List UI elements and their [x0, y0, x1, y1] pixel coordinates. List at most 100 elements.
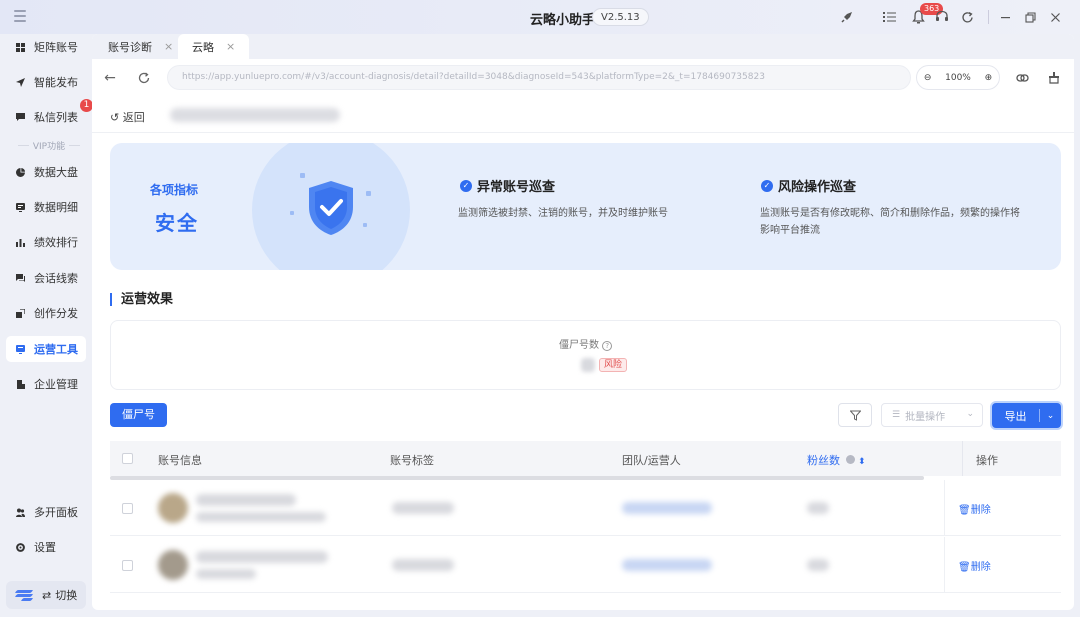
rocket-icon[interactable]: [838, 8, 856, 26]
tab-close-icon[interactable]: ×: [164, 40, 173, 53]
delete-button[interactable]: 🗑删除: [958, 501, 991, 516]
close-icon[interactable]: [1046, 8, 1064, 26]
help-icon[interactable]: ?: [602, 341, 613, 351]
sidebar-item-data-detail[interactable]: 数据明细: [6, 194, 86, 220]
sidebar: 矩阵账号 智能发布 私信列表 1 VIP功能 数据大盘 数据明细 绩效排行 会话…: [0, 34, 93, 617]
chevron-down-icon[interactable]: ⌄: [1040, 411, 1061, 421]
sidebar-item-performance-ranking[interactable]: 绩效排行: [6, 229, 86, 255]
blurred-fans: [807, 559, 829, 571]
menu-icon[interactable]: [14, 10, 26, 22]
gear-icon: [16, 542, 25, 552]
tab-close-icon[interactable]: ×: [226, 40, 235, 53]
column-header: 操作: [976, 454, 998, 467]
column-header: 账号标签: [390, 454, 434, 467]
avatar: [158, 493, 188, 523]
switch-button[interactable]: ⇄ 切换: [6, 581, 86, 609]
blurred-account-name: [196, 551, 328, 563]
app-title: 云略小助手: [530, 13, 596, 28]
zoom-out-icon[interactable]: ⊖: [924, 73, 932, 83]
section-title: 运营效果: [110, 293, 173, 306]
refresh-icon[interactable]: [958, 8, 976, 26]
sidebar-item-operation-tools[interactable]: 运营工具: [6, 336, 86, 362]
back-arrow-icon[interactable]: ←: [102, 70, 118, 86]
export-button[interactable]: 导出 ⌄: [992, 403, 1061, 428]
sidebar-item-label: 创作分发: [34, 307, 78, 320]
pie-chart-icon: [16, 167, 25, 177]
zombie-filter-button[interactable]: 僵尸号: [110, 403, 167, 427]
row-checkbox[interactable]: [122, 503, 133, 514]
cleaner-icon[interactable]: [1046, 70, 1062, 86]
restore-icon[interactable]: [1021, 8, 1039, 26]
detail-icon: [16, 202, 25, 212]
address-bar-row: ← https://app.yunluepro.com/#/v3/account…: [92, 59, 1074, 97]
blurred-account-id: [196, 569, 256, 579]
blurred-page-title: [170, 108, 340, 122]
tool-icon: [16, 344, 25, 354]
sidebar-item-creation-distribution[interactable]: 创作分发: [6, 300, 86, 326]
return-icon: ↺: [110, 111, 120, 124]
decor-dot: [290, 211, 294, 215]
sidebar-item-label: 私信列表: [34, 111, 78, 124]
url-input[interactable]: https://app.yunluepro.com/#/v3/account-d…: [167, 65, 911, 90]
filter-icon: [849, 410, 861, 421]
zoom-in-icon[interactable]: ⊕: [985, 73, 993, 83]
sidebar-item-multi-panel[interactable]: 多开面板: [6, 499, 86, 525]
column-divider: [962, 441, 963, 476]
sort-icon[interactable]: ⬍: [858, 457, 866, 467]
avatar: [158, 550, 188, 580]
risk-operation-check-desc: 监测账号是否有修改昵称、简介和删除作品，频繁的操作将 影响平台推流: [760, 208, 1020, 236]
sidebar-item-conversation-leads[interactable]: 会话线索: [6, 265, 86, 291]
batch-operation-select[interactable]: ☰ 批量操作 ⌄: [881, 403, 983, 427]
risk-tag: 风险: [599, 358, 628, 372]
grid-icon: [16, 42, 25, 52]
table-row: 🗑删除: [110, 537, 1061, 593]
sidebar-item-data-dashboard[interactable]: 数据大盘: [6, 159, 86, 185]
sidebar-item-label: 绩效排行: [34, 236, 78, 249]
row-checkbox[interactable]: [122, 560, 133, 571]
sidebar-item-label: 多开面板: [34, 506, 78, 519]
trash-icon: 🗑: [958, 562, 971, 573]
sidebar-item-matrix-accounts[interactable]: 矩阵账号: [6, 34, 86, 60]
column-divider: [944, 480, 945, 536]
sidebar-item-messages[interactable]: 私信列表 1: [6, 99, 93, 130]
blurred-tag: [392, 502, 454, 514]
sidebar-item-label: 数据大盘: [34, 166, 78, 179]
sidebar-item-smart-publish[interactable]: 智能发布: [6, 69, 86, 95]
blurred-account-id: [196, 512, 326, 522]
zoom-level: 100%: [945, 72, 971, 83]
bar-chart-icon: [16, 238, 25, 247]
chat-icon: [16, 273, 25, 283]
column-header: 团队/运营人: [622, 454, 681, 467]
select-all-checkbox[interactable]: [122, 453, 133, 464]
delete-button[interactable]: 🗑删除: [958, 558, 991, 573]
table-header: 账号信息 账号标签 团队/运营人 粉丝数 ⬍ 操作: [110, 441, 1061, 476]
swap-icon: ⇄: [42, 588, 52, 602]
minimize-icon[interactable]: [996, 8, 1014, 26]
building-icon: [16, 379, 25, 389]
tab-yunlue[interactable]: 云略 ×: [178, 34, 250, 59]
back-link[interactable]: ↺ 返回: [110, 109, 145, 125]
tab-account-diagnosis[interactable]: 账号诊断 ×: [94, 34, 187, 59]
zoom-control: ⊖ 100% ⊕: [916, 65, 1000, 90]
filter-button[interactable]: [838, 403, 872, 427]
list-icon: ☰: [892, 410, 901, 420]
table-row: 🗑删除: [110, 480, 1061, 536]
tab-label: 云略: [192, 40, 214, 54]
vip-divider: VIP功能: [18, 139, 80, 152]
reload-icon[interactable]: [136, 70, 152, 86]
blurred-team: [622, 559, 712, 571]
column-header: 账号信息: [158, 454, 202, 467]
send-icon: [16, 77, 25, 87]
brand-logo-icon: [14, 589, 34, 601]
tab-strip: 账号诊断 × 云略 ×: [92, 34, 1074, 59]
link-icon[interactable]: [1014, 70, 1030, 86]
sidebar-item-label: 数据明细: [34, 201, 78, 214]
trash-icon: 🗑: [958, 505, 971, 516]
sidebar-item-label: 设置: [34, 541, 56, 554]
sidebar-item-settings[interactable]: 设置: [6, 534, 86, 560]
sidebar-item-enterprise-management[interactable]: 企业管理: [6, 371, 86, 397]
tab-label: 账号诊断: [108, 40, 152, 54]
column-header-sortable[interactable]: 粉丝数 ⬍: [807, 452, 866, 468]
headset-icon[interactable]: [933, 8, 951, 26]
list-icon[interactable]: [880, 8, 898, 26]
